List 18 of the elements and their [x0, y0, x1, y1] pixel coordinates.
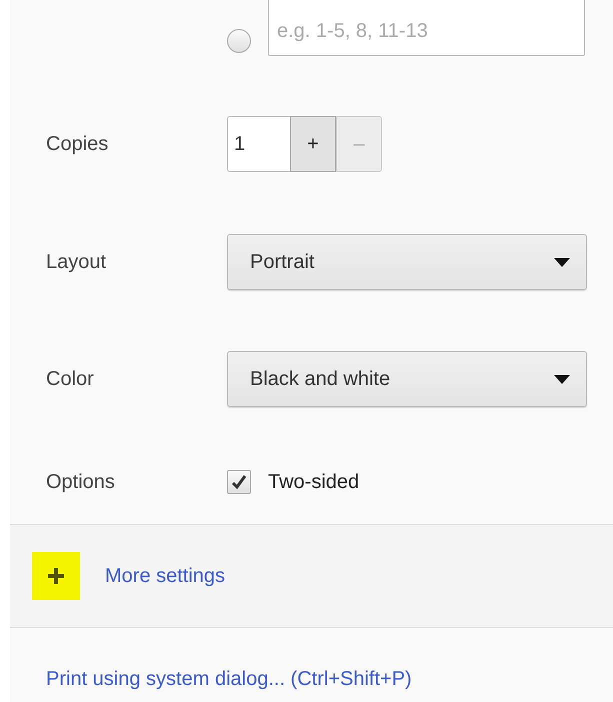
- check-icon: [231, 474, 247, 490]
- increment-button[interactable]: +: [290, 116, 336, 172]
- dropdown[interactable]: Black and white: [227, 351, 587, 407]
- options-label: Options: [46, 470, 116, 494]
- copies-label: Copies: [46, 132, 110, 156]
- system-dialog-link[interactable]: Print using system dialog... (Ctrl+Shift+P): [46, 668, 412, 690]
- caret-icon: [554, 258, 570, 266]
- copies-input-field[interactable]: 1: [227, 116, 290, 172]
- setting-label: Layout: [46, 250, 108, 274]
- dropdown[interactable]: Portrait: [227, 234, 587, 290]
- more-settings-link[interactable]: More settings: [105, 564, 226, 588]
- setting-label: Color: [46, 368, 95, 390]
- pages-input-field[interactable]: e.g. 1-5, 8, 11-13: [268, 0, 585, 56]
- caret-icon: [554, 374, 570, 384]
- plus-icon[interactable]: [32, 552, 80, 600]
- two-sided-label: Two-sided: [268, 470, 360, 494]
- radio-button[interactable]: [227, 29, 251, 53]
- checkbox[interactable]: [227, 470, 251, 494]
